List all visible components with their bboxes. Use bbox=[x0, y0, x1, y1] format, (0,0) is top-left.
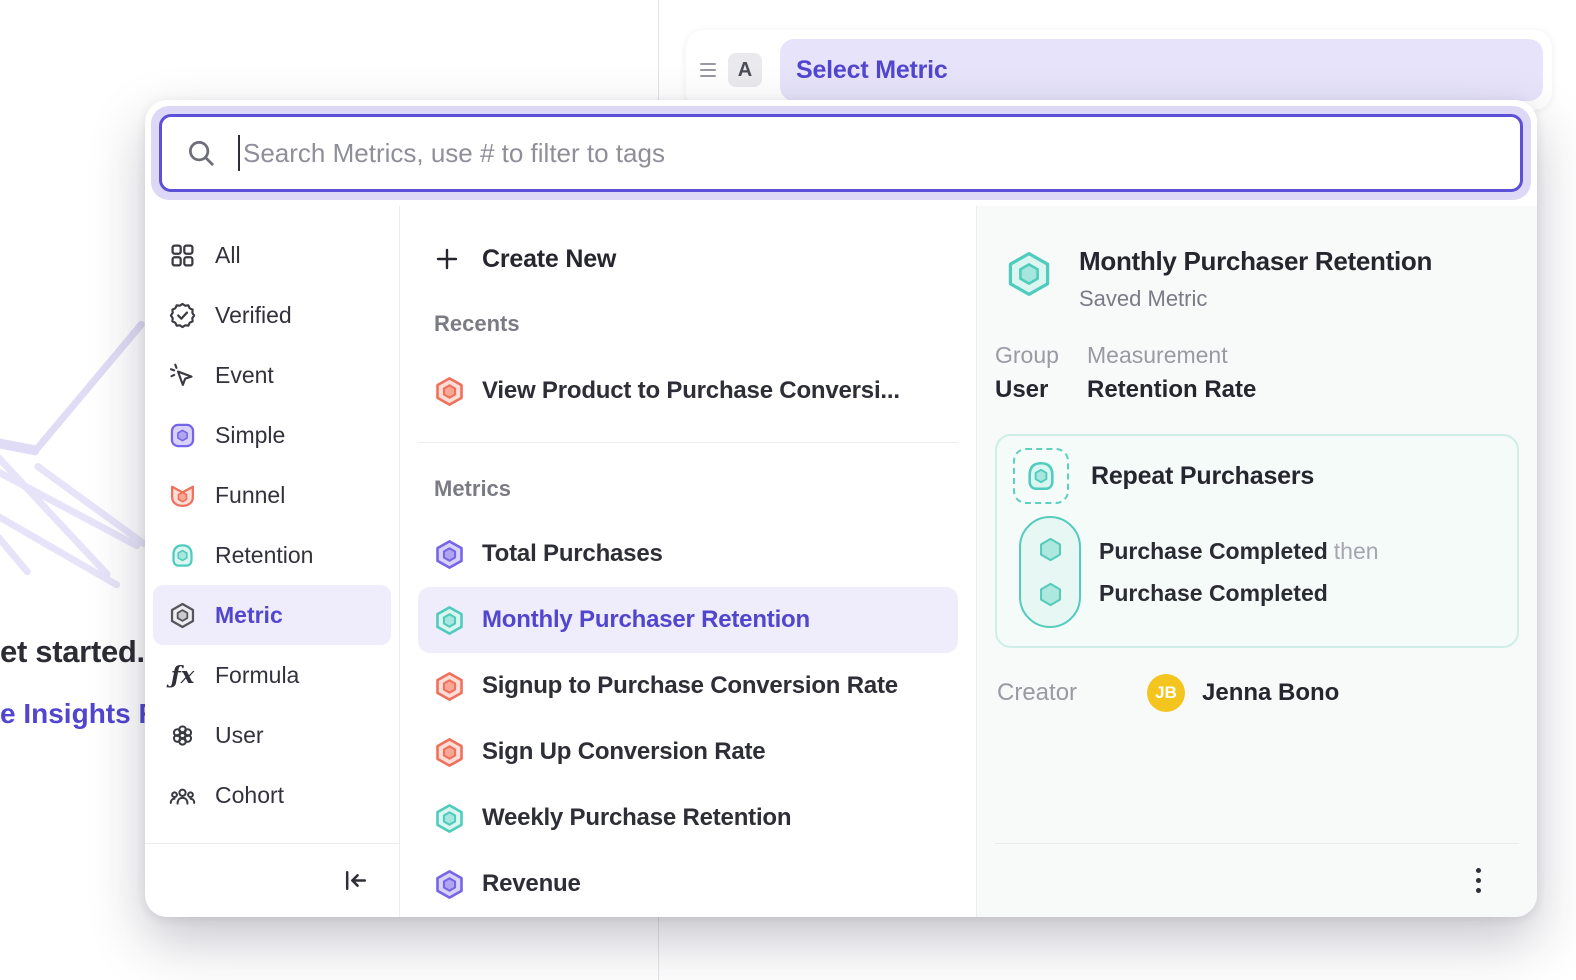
select-metric-label: Select Metric bbox=[796, 56, 948, 85]
sidebar-item-user[interactable]: User bbox=[153, 705, 391, 765]
list-item-metric[interactable]: Weekly Purchase Retention bbox=[418, 785, 958, 851]
background-heading-partial: et started. bbox=[0, 634, 145, 670]
sidebar-footer bbox=[145, 843, 399, 917]
definition-step: Purchase Completed bbox=[1099, 580, 1379, 607]
create-new-button[interactable]: Create New bbox=[418, 230, 958, 288]
sidebar-item-label: All bbox=[215, 242, 241, 269]
behavior-icon bbox=[1013, 448, 1069, 504]
formula-icon: ƒx bbox=[169, 662, 196, 689]
sidebar-item-retention[interactable]: Retention bbox=[153, 525, 391, 585]
metric-hexagon-icon bbox=[169, 602, 196, 629]
simple-metric-icon bbox=[169, 422, 196, 449]
search-bar[interactable] bbox=[159, 114, 1523, 192]
metric-hexagon-icon bbox=[434, 539, 465, 570]
metric-list-panel: Create New Recents View Product to Purch… bbox=[400, 206, 977, 917]
drag-handle-icon[interactable] bbox=[700, 63, 716, 77]
detail-title: Monthly Purchaser Retention bbox=[1079, 246, 1432, 277]
event-cursor-icon bbox=[169, 362, 196, 389]
event-hexagon-icon bbox=[1037, 536, 1064, 563]
list-item-name: Total Purchases bbox=[482, 540, 663, 568]
definition-step: Purchase Completedthen bbox=[1099, 538, 1379, 565]
block-label-badge: A bbox=[728, 53, 762, 87]
decorative-lines bbox=[0, 285, 152, 615]
sidebar-item-label: User bbox=[215, 722, 264, 749]
metric-hexagon-icon bbox=[434, 803, 465, 834]
metric-hexagon-icon bbox=[434, 737, 465, 768]
sidebar-item-formula[interactable]: ƒx Formula bbox=[153, 645, 391, 705]
sidebar-item-label: Event bbox=[215, 362, 274, 389]
meta-value-measurement: Retention Rate bbox=[1087, 376, 1256, 404]
sidebar-item-verified[interactable]: Verified bbox=[153, 285, 391, 345]
sidebar-item-label: Simple bbox=[215, 422, 285, 449]
list-item-name: Signup to Purchase Conversion Rate bbox=[482, 672, 898, 700]
metric-hexagon-icon bbox=[434, 869, 465, 900]
creator-label: Creator bbox=[997, 679, 1147, 707]
detail-subtitle: Saved Metric bbox=[1079, 286, 1432, 312]
sidebar-item-label: Cohort bbox=[215, 782, 284, 809]
list-item-name: Monthly Purchaser Retention bbox=[482, 606, 810, 634]
sidebar-item-label: Funnel bbox=[215, 482, 285, 509]
funnel-icon bbox=[169, 482, 196, 509]
meta-label-group: Group bbox=[995, 342, 1061, 369]
user-flower-icon bbox=[169, 722, 196, 749]
creator-name: Jenna Bono bbox=[1202, 679, 1339, 707]
text-cursor bbox=[238, 135, 240, 171]
meta-label-measurement: Measurement bbox=[1087, 342, 1256, 369]
definition-card: Repeat Purchasers Purchase Completedthen… bbox=[995, 434, 1519, 648]
detail-footer bbox=[995, 843, 1519, 917]
grid-icon bbox=[169, 242, 196, 269]
funnel-metric-hexagon-icon bbox=[434, 376, 465, 407]
list-item-name: Sign Up Conversion Rate bbox=[482, 738, 765, 766]
category-sidebar: All Verified bbox=[145, 206, 400, 917]
meta-value-group: User bbox=[995, 376, 1061, 404]
list-divider bbox=[418, 442, 958, 443]
plus-icon bbox=[434, 246, 460, 272]
sidebar-item-label: Retention bbox=[215, 542, 313, 569]
event-sequence-capsule bbox=[1019, 516, 1081, 628]
list-item-metric[interactable]: Signup to Purchase Conversion Rate bbox=[418, 653, 958, 719]
list-item-name: Revenue bbox=[482, 870, 581, 898]
list-item-metric[interactable]: Revenue bbox=[418, 851, 958, 917]
metric-picker-modal: All Verified bbox=[145, 100, 1537, 917]
sidebar-item-metric[interactable]: Metric bbox=[153, 585, 391, 645]
creator-row: Creator JB Jenna Bono bbox=[995, 674, 1519, 712]
metric-detail-panel: Monthly Purchaser Retention Saved Metric… bbox=[977, 206, 1537, 917]
collapse-sidebar-icon[interactable] bbox=[342, 867, 369, 894]
sidebar-item-funnel[interactable]: Funnel bbox=[153, 465, 391, 525]
metric-hexagon-icon-large bbox=[1005, 250, 1053, 298]
list-item-recent[interactable]: View Product to Purchase Conversi... bbox=[418, 359, 958, 423]
list-item-name: View Product to Purchase Conversi... bbox=[482, 377, 900, 405]
step-connector: then bbox=[1334, 538, 1379, 564]
sidebar-item-event[interactable]: Event bbox=[153, 345, 391, 405]
search-icon bbox=[186, 138, 216, 168]
metric-row-bar: A Select Metric bbox=[686, 30, 1552, 110]
list-item-name: Weekly Purchase Retention bbox=[482, 804, 791, 832]
list-item-metric[interactable]: Total Purchases bbox=[418, 521, 958, 587]
search-focus-ring bbox=[151, 106, 1531, 200]
sidebar-item-label: Formula bbox=[215, 662, 299, 689]
event-hexagon-icon bbox=[1037, 581, 1064, 608]
detail-meta: Group User Measurement Retention Rate bbox=[995, 342, 1519, 404]
sidebar-item-label: Verified bbox=[215, 302, 292, 329]
sidebar-item-all[interactable]: All bbox=[153, 225, 391, 285]
sidebar-item-label: Metric bbox=[215, 602, 283, 629]
more-options-icon[interactable] bbox=[1470, 862, 1487, 899]
cohort-icon bbox=[169, 782, 196, 809]
metric-hexagon-icon bbox=[434, 605, 465, 636]
list-item-metric[interactable]: Sign Up Conversion Rate bbox=[418, 719, 958, 785]
definition-title: Repeat Purchasers bbox=[1091, 462, 1314, 491]
metric-hexagon-icon bbox=[434, 671, 465, 702]
list-item-metric-selected[interactable]: Monthly Purchaser Retention bbox=[418, 587, 958, 653]
search-input[interactable] bbox=[243, 138, 1520, 169]
avatar: JB bbox=[1147, 674, 1185, 712]
retention-icon bbox=[169, 542, 196, 569]
recents-section-label: Recents bbox=[418, 311, 958, 337]
sidebar-item-simple[interactable]: Simple bbox=[153, 405, 391, 465]
select-metric-button[interactable]: Select Metric bbox=[780, 39, 1543, 101]
sidebar-item-cohort[interactable]: Cohort bbox=[153, 765, 391, 825]
verified-badge-icon bbox=[169, 302, 196, 329]
create-new-label: Create New bbox=[482, 245, 616, 274]
metrics-section-label: Metrics bbox=[418, 476, 958, 502]
